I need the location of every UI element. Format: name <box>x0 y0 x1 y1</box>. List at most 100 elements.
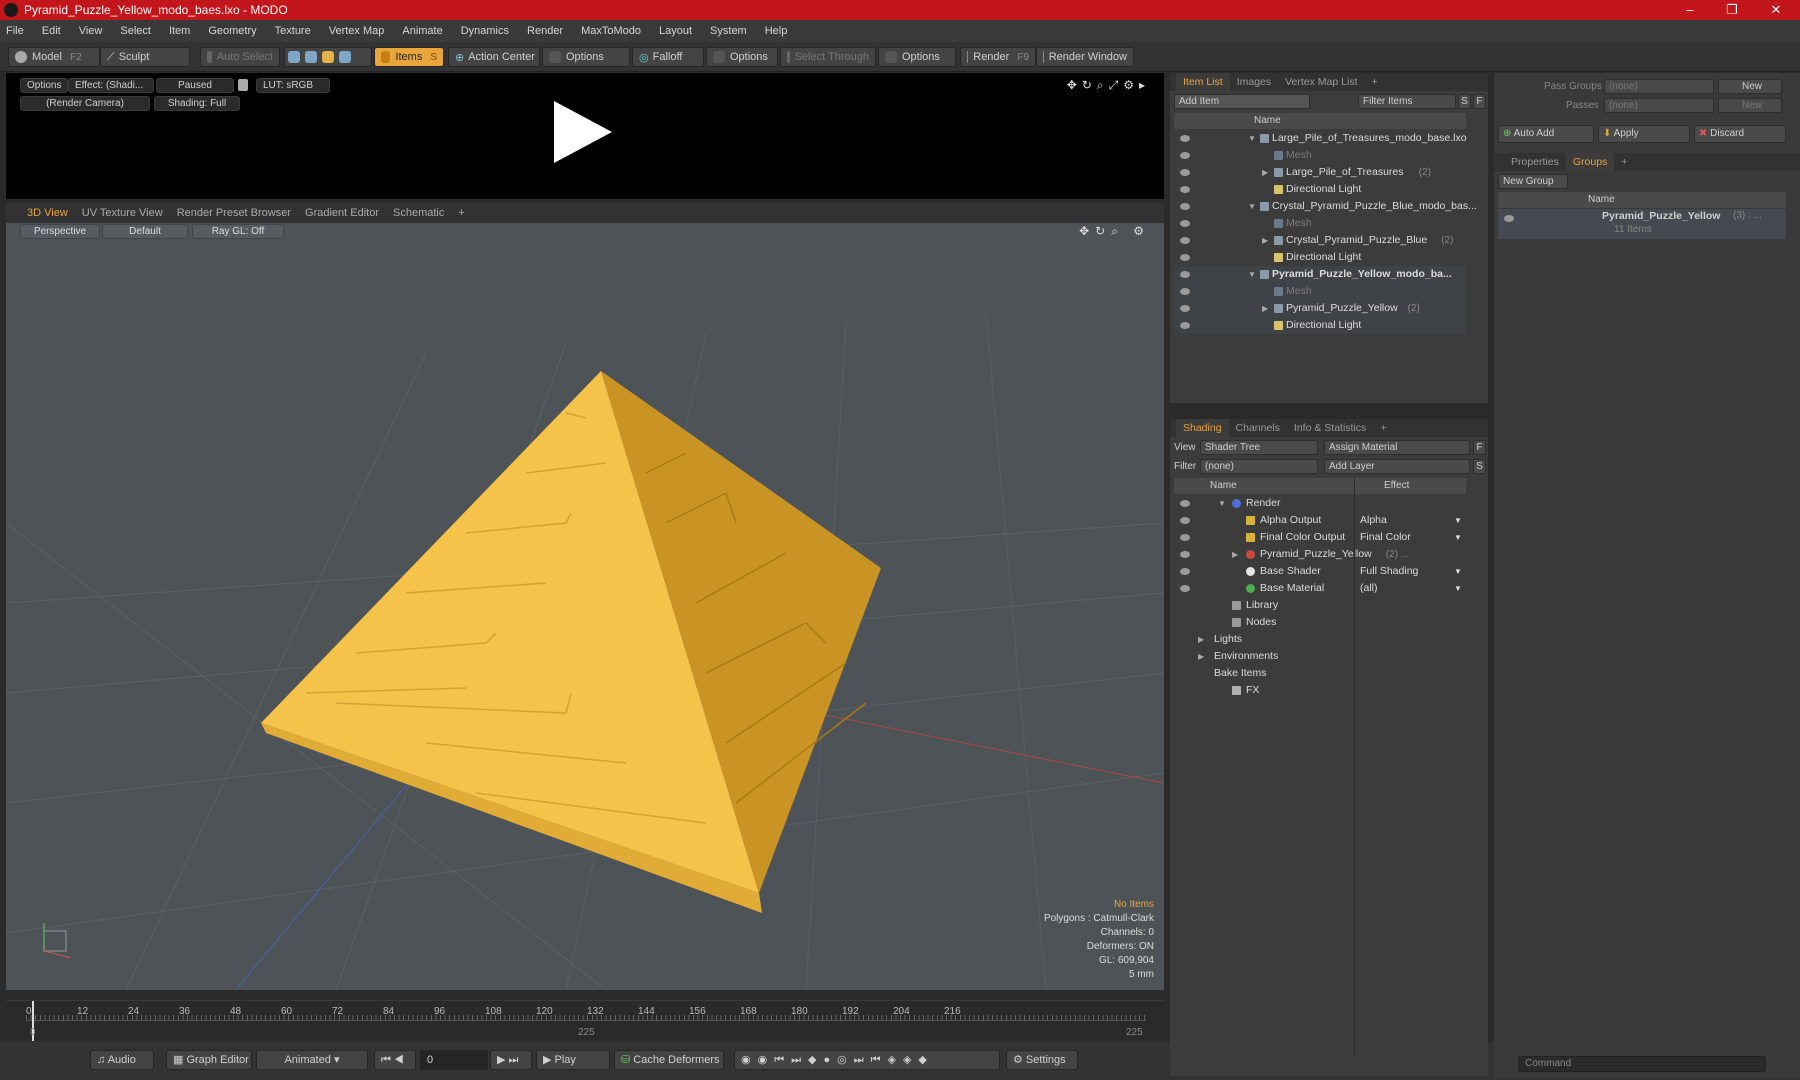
discard-button[interactable]: ✖ Discard <box>1694 125 1786 143</box>
menu-animate[interactable]: Animate <box>402 25 442 37</box>
tab-uv-texture-view[interactable]: UV Texture View <box>75 203 170 223</box>
tab-vertex-map-list[interactable]: Vertex Map List <box>1278 73 1364 91</box>
menu-geometry[interactable]: Geometry <box>208 25 256 37</box>
filter-dropdown[interactable]: (none) <box>1200 459 1318 474</box>
chevron-down-icon[interactable]: ▼ <box>1454 512 1462 529</box>
visibility-eye-icon[interactable] <box>1180 169 1190 176</box>
menu-vertex-map[interactable]: Vertex Map <box>329 25 385 37</box>
chevron-down-icon[interactable]: ▼ <box>1454 563 1462 580</box>
render-button[interactable]: Render F9 <box>960 47 1036 67</box>
falloff-options-button[interactable]: Options <box>706 47 778 67</box>
model-mode-button[interactable]: Model F2 <box>8 47 100 67</box>
tab-properties[interactable]: Properties <box>1504 153 1566 171</box>
item-row[interactable]: ▶ Large_Pile_of_Treasures (2) <box>1174 164 1466 181</box>
auto-select-button[interactable]: Auto Select <box>200 47 280 67</box>
visibility-eye-icon[interactable] <box>1180 288 1190 295</box>
tab-shading[interactable]: Shading <box>1176 419 1229 437</box>
lut-dropdown[interactable]: LUT: sRGB <box>256 78 330 93</box>
expand-right-icon[interactable]: ▶ <box>1198 631 1204 648</box>
material-select-icon[interactable] <box>339 51 351 63</box>
action-center-button[interactable]: ⊕ Action Center <box>448 47 540 67</box>
expand-right-icon[interactable]: ▶ <box>1262 232 1268 249</box>
menu-dynamics[interactable]: Dynamics <box>461 25 509 37</box>
visibility-eye-icon[interactable] <box>1180 135 1190 142</box>
group-row[interactable]: Pyramid_Puzzle_Yellow (3) : ... 11 Items <box>1498 209 1786 239</box>
item-row[interactable]: Mesh <box>1174 215 1466 232</box>
shader-row[interactable]: FX <box>1174 682 1466 699</box>
vertex-select-icon[interactable] <box>288 51 300 63</box>
shader-row[interactable]: Nodes <box>1174 614 1466 631</box>
visibility-eye-icon[interactable] <box>1180 551 1190 558</box>
visibility-eye-icon[interactable] <box>1180 237 1190 244</box>
tab-info-statistics[interactable]: Info & Statistics <box>1287 419 1373 437</box>
minimize-button[interactable]: – <box>1670 0 1710 20</box>
chevron-down-icon[interactable]: ▼ <box>1454 529 1462 546</box>
shader-effect[interactable]: Final Color <box>1360 529 1411 546</box>
add-layer-dropdown[interactable]: Add Layer <box>1324 459 1470 474</box>
shader-row[interactable]: Library <box>1174 597 1466 614</box>
item-row[interactable]: Directional Light <box>1174 181 1466 198</box>
assign-material-button[interactable]: Assign Material <box>1324 440 1470 455</box>
menu-system[interactable]: System <box>710 25 747 37</box>
add-layer-s-button[interactable]: S <box>1473 459 1486 474</box>
command-input[interactable]: Command <box>1518 1056 1766 1072</box>
add-tab-button[interactable]: + <box>1373 419 1393 437</box>
filter-f-button[interactable]: F <box>1473 94 1486 109</box>
shader-row[interactable]: Base Material (all) ▼ <box>1174 580 1466 597</box>
skip-forward-buttons[interactable]: ▶⏭ <box>490 1050 532 1070</box>
filter-s-button[interactable]: S <box>1458 94 1471 109</box>
expand-down-icon[interactable]: ▼ <box>1248 198 1256 215</box>
preview-effect-dropdown[interactable]: Effect: (Shadi... <box>68 78 154 93</box>
visibility-eye-icon[interactable] <box>1180 568 1190 575</box>
visibility-eye-icon[interactable] <box>1180 500 1190 507</box>
play-button[interactable]: ▶ Play <box>536 1050 610 1070</box>
expand-right-icon[interactable]: ▶ <box>1232 546 1238 563</box>
skip-back-buttons[interactable]: ⏮◀ <box>374 1050 416 1070</box>
shader-row[interactable]: Base Shader Full Shading ▼ <box>1174 563 1466 580</box>
expand-right-icon[interactable]: ▶ <box>1262 300 1268 317</box>
assign-f-button[interactable]: F <box>1473 440 1486 455</box>
pass-groups-dropdown[interactable]: (none) <box>1604 79 1714 94</box>
tab-channels[interactable]: Channels <box>1229 419 1287 437</box>
add-item-dropdown[interactable]: Add Item <box>1174 94 1310 109</box>
close-button[interactable]: ✕ <box>1756 0 1796 20</box>
visibility-eye-icon[interactable] <box>1504 215 1514 222</box>
shader-effect[interactable]: Full Shading <box>1360 563 1418 580</box>
add-tab-button[interactable]: + <box>451 203 471 223</box>
view-dropdown[interactable]: Shader Tree <box>1200 440 1318 455</box>
menu-file[interactable]: File <box>6 25 24 37</box>
shader-row[interactable]: Alpha Output Alpha ▼ <box>1174 512 1466 529</box>
expand-down-icon[interactable]: ▼ <box>1248 130 1256 147</box>
add-tab-button[interactable]: + <box>1365 73 1385 91</box>
lock-icon[interactable] <box>238 79 248 91</box>
item-row[interactable]: ▶ Pyramid_Puzzle_Yellow (2) <box>1174 300 1466 317</box>
shader-effect[interactable]: (all) <box>1360 580 1378 597</box>
pass-groups-new-button[interactable]: New <box>1718 79 1782 94</box>
shader-row[interactable]: Bake Items <box>1174 665 1466 682</box>
visibility-eye-icon[interactable] <box>1180 534 1190 541</box>
render-camera-dropdown[interactable]: (Render Camera) <box>20 96 150 111</box>
tab-images[interactable]: Images <box>1230 73 1278 91</box>
passes-new-button[interactable]: New <box>1718 98 1782 113</box>
raygl-dropdown[interactable]: Ray GL: Off <box>192 224 284 239</box>
filter-items-input[interactable]: Filter Items <box>1358 94 1456 109</box>
tab-gradient-editor[interactable]: Gradient Editor <box>298 203 386 223</box>
settings-button[interactable]: ⚙ Settings <box>1006 1050 1078 1070</box>
menu-edit[interactable]: Edit <box>42 25 61 37</box>
tab-3d-view[interactable]: 3D View <box>20 203 75 223</box>
menu-select[interactable]: Select <box>120 25 151 37</box>
shader-row[interactable]: ▶ Lights <box>1174 631 1466 648</box>
visibility-eye-icon[interactable] <box>1180 186 1190 193</box>
auto-add-button[interactable]: ⊕ Auto Add <box>1498 125 1594 143</box>
menu-layout[interactable]: Layout <box>659 25 692 37</box>
edge-select-icon[interactable] <box>305 51 317 63</box>
tab-groups[interactable]: Groups <box>1565 153 1615 171</box>
select-through-options-button[interactable]: Options <box>878 47 956 67</box>
select-through-button[interactable]: Select Through <box>780 47 876 67</box>
visibility-eye-icon[interactable] <box>1180 322 1190 329</box>
shader-effect[interactable]: Alpha <box>1360 512 1387 529</box>
tab-render-preset-browser[interactable]: Render Preset Browser <box>170 203 298 223</box>
play-icon[interactable] <box>554 101 612 163</box>
tab-schematic[interactable]: Schematic <box>386 203 451 223</box>
visibility-eye-icon[interactable] <box>1180 152 1190 159</box>
